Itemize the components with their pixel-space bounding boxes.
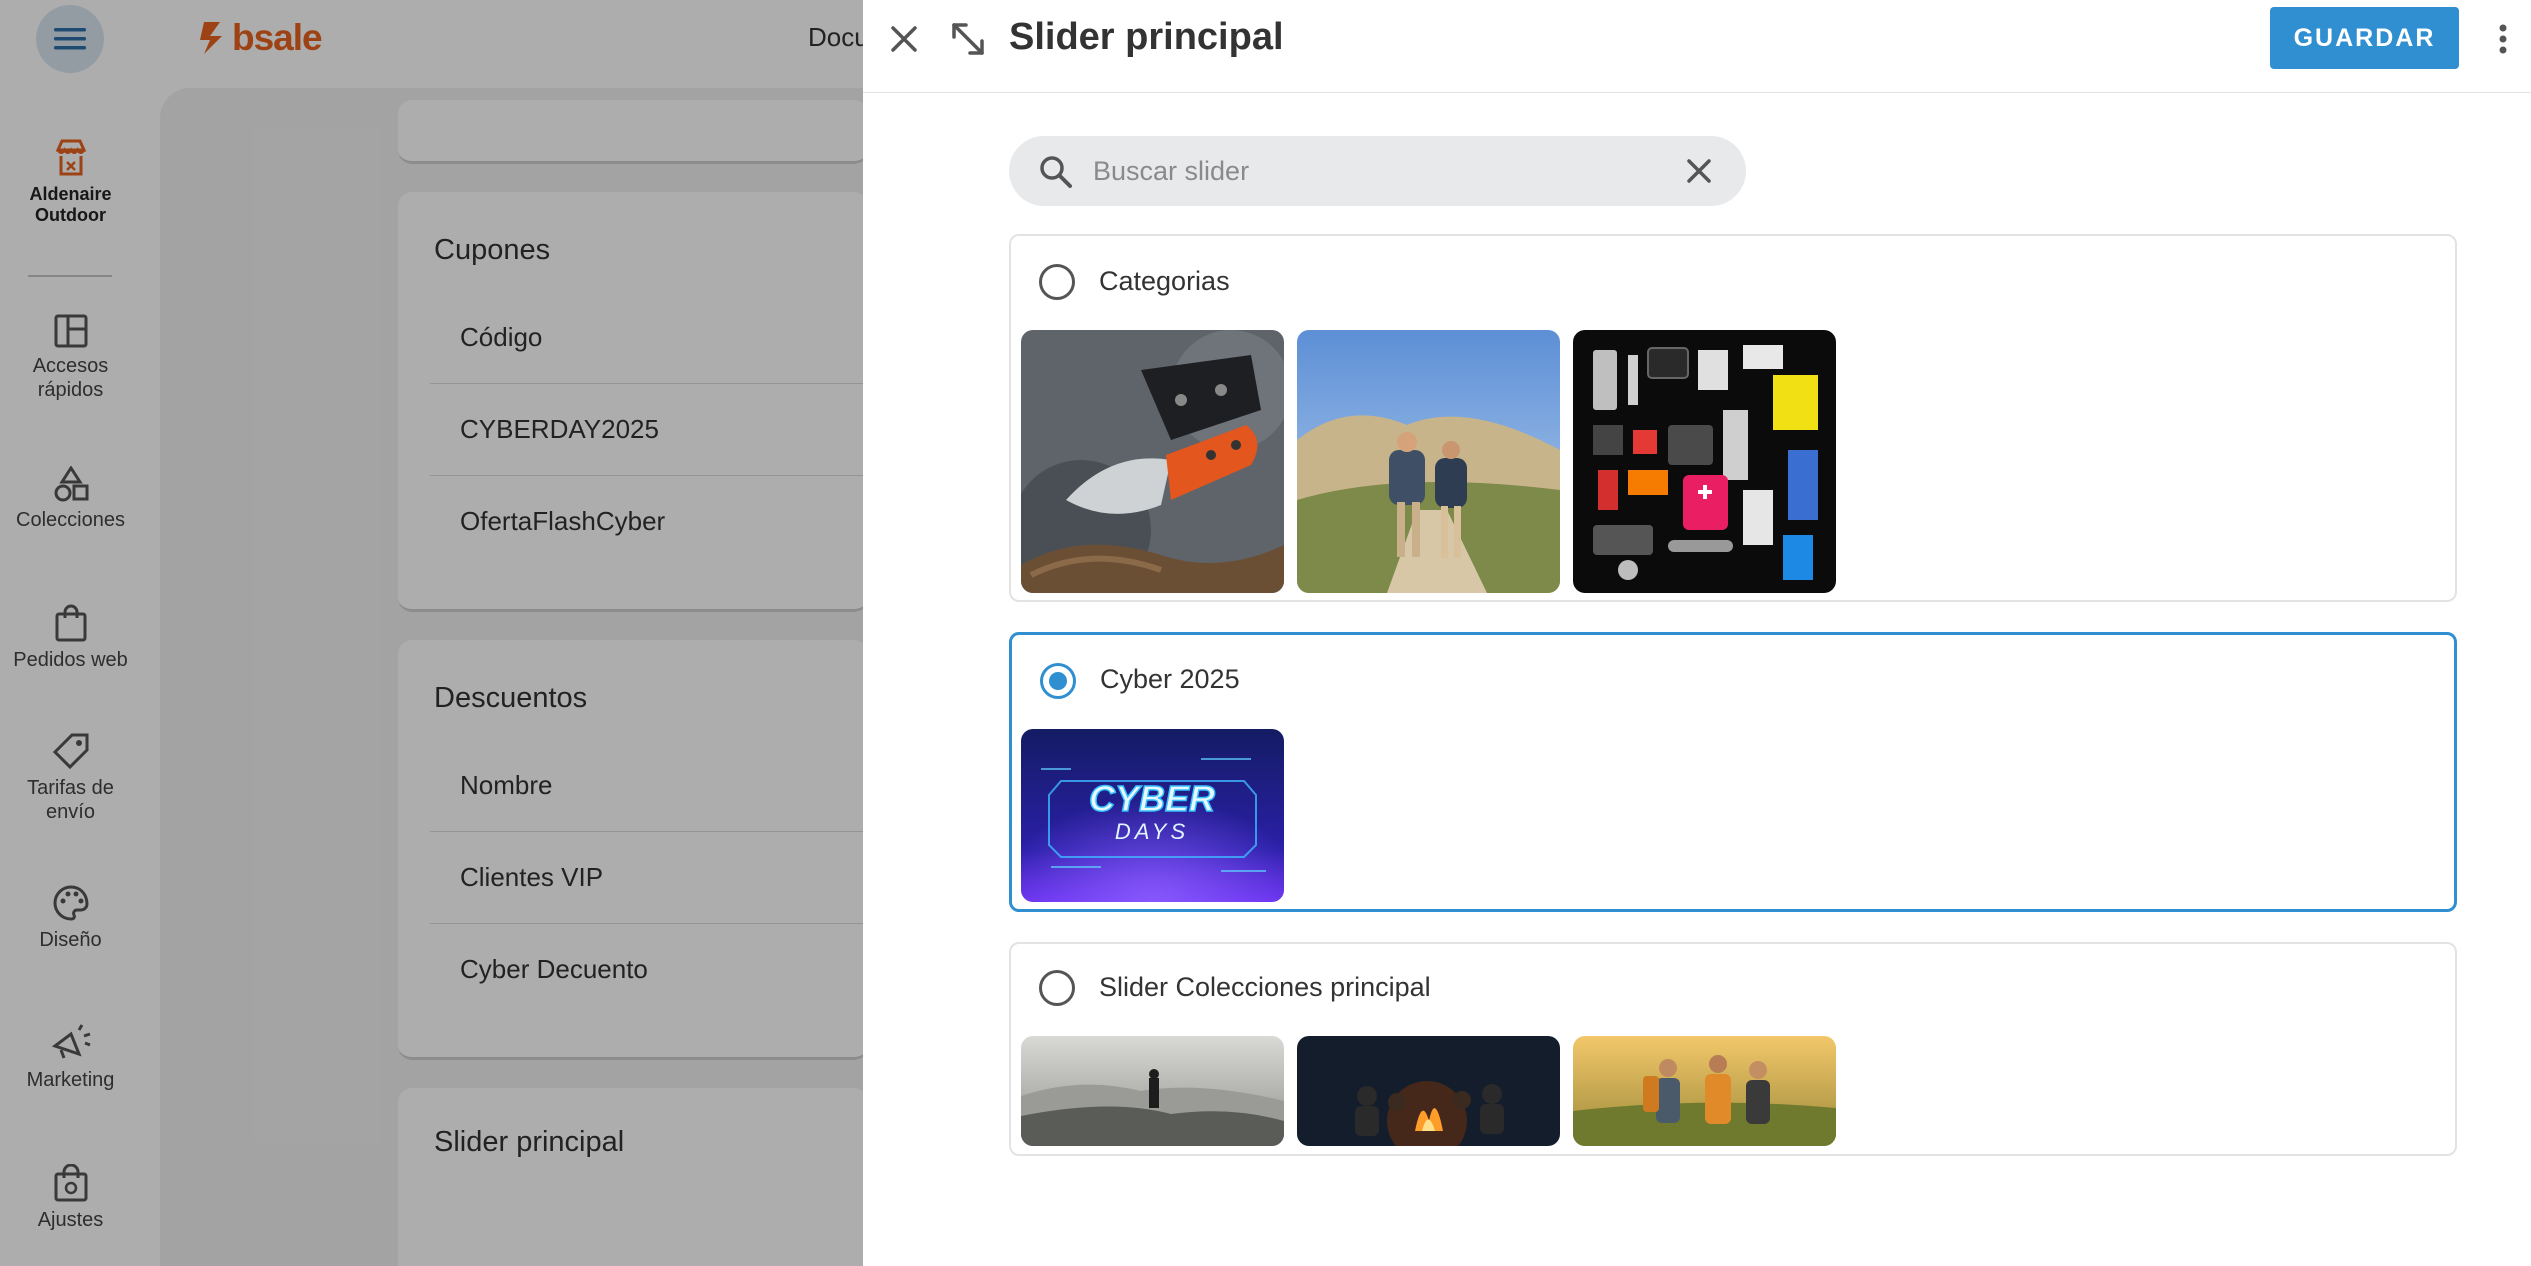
drawer-title: Slider principal	[1009, 16, 1284, 58]
radio-button-selected[interactable]	[1040, 663, 1076, 699]
slider-image-hikers	[1297, 330, 1560, 593]
slider-image-campfire	[1297, 1036, 1560, 1146]
slider-option-categorias[interactable]: Categorias	[1009, 234, 2457, 602]
modal-overlay[interactable]	[0, 0, 863, 1266]
slider-image-group-hikers	[1573, 1036, 1836, 1146]
banner-title: CYBER	[1089, 778, 1215, 819]
slider-image-cyber-days: CYBER DAYS	[1021, 729, 1284, 902]
slider-image-gear-flatlay	[1573, 330, 1836, 593]
option-label: Categorias	[1099, 266, 1230, 296]
clear-search-button[interactable]	[1679, 151, 1719, 191]
radio-button[interactable]	[1039, 264, 1075, 300]
banner-subtitle: DAYS	[1115, 819, 1189, 844]
close-icon	[891, 26, 917, 52]
group-hikers-image	[1573, 1036, 1836, 1146]
expand-button[interactable]	[941, 12, 995, 66]
knife-image	[1021, 330, 1284, 593]
slider-image-mountain	[1021, 1036, 1284, 1146]
more-options-button[interactable]	[2485, 14, 2521, 64]
search-input[interactable]	[1093, 136, 1653, 206]
close-icon	[1687, 159, 1711, 183]
gear-flatlay-image	[1573, 330, 1836, 593]
campfire-image	[1297, 1036, 1560, 1146]
slider-image-knife	[1021, 330, 1284, 593]
save-button[interactable]: GUARDAR	[2270, 7, 2459, 69]
search-icon	[1040, 156, 1072, 188]
search-box	[1009, 136, 1746, 206]
slider-drawer: Slider principal GUARDAR Categorias	[863, 0, 2531, 1266]
drawer-header: Slider principal GUARDAR	[863, 0, 2531, 93]
hikers-image	[1297, 330, 1560, 593]
option-label: Cyber 2025	[1100, 664, 1240, 694]
mountain-image	[1021, 1036, 1284, 1146]
slider-option-colecciones-principal[interactable]: Slider Colecciones principal	[1009, 942, 2457, 1156]
radio-button[interactable]	[1039, 970, 1075, 1006]
option-label: Slider Colecciones principal	[1099, 972, 1431, 1002]
cyber-days-banner: CYBER DAYS	[1021, 729, 1284, 902]
slider-option-cyber-2025[interactable]: Cyber 2025 CYBER DAYS	[1009, 632, 2457, 912]
close-button[interactable]	[879, 14, 929, 64]
more-vertical-icon	[2499, 24, 2507, 54]
expand-icon	[952, 23, 984, 55]
